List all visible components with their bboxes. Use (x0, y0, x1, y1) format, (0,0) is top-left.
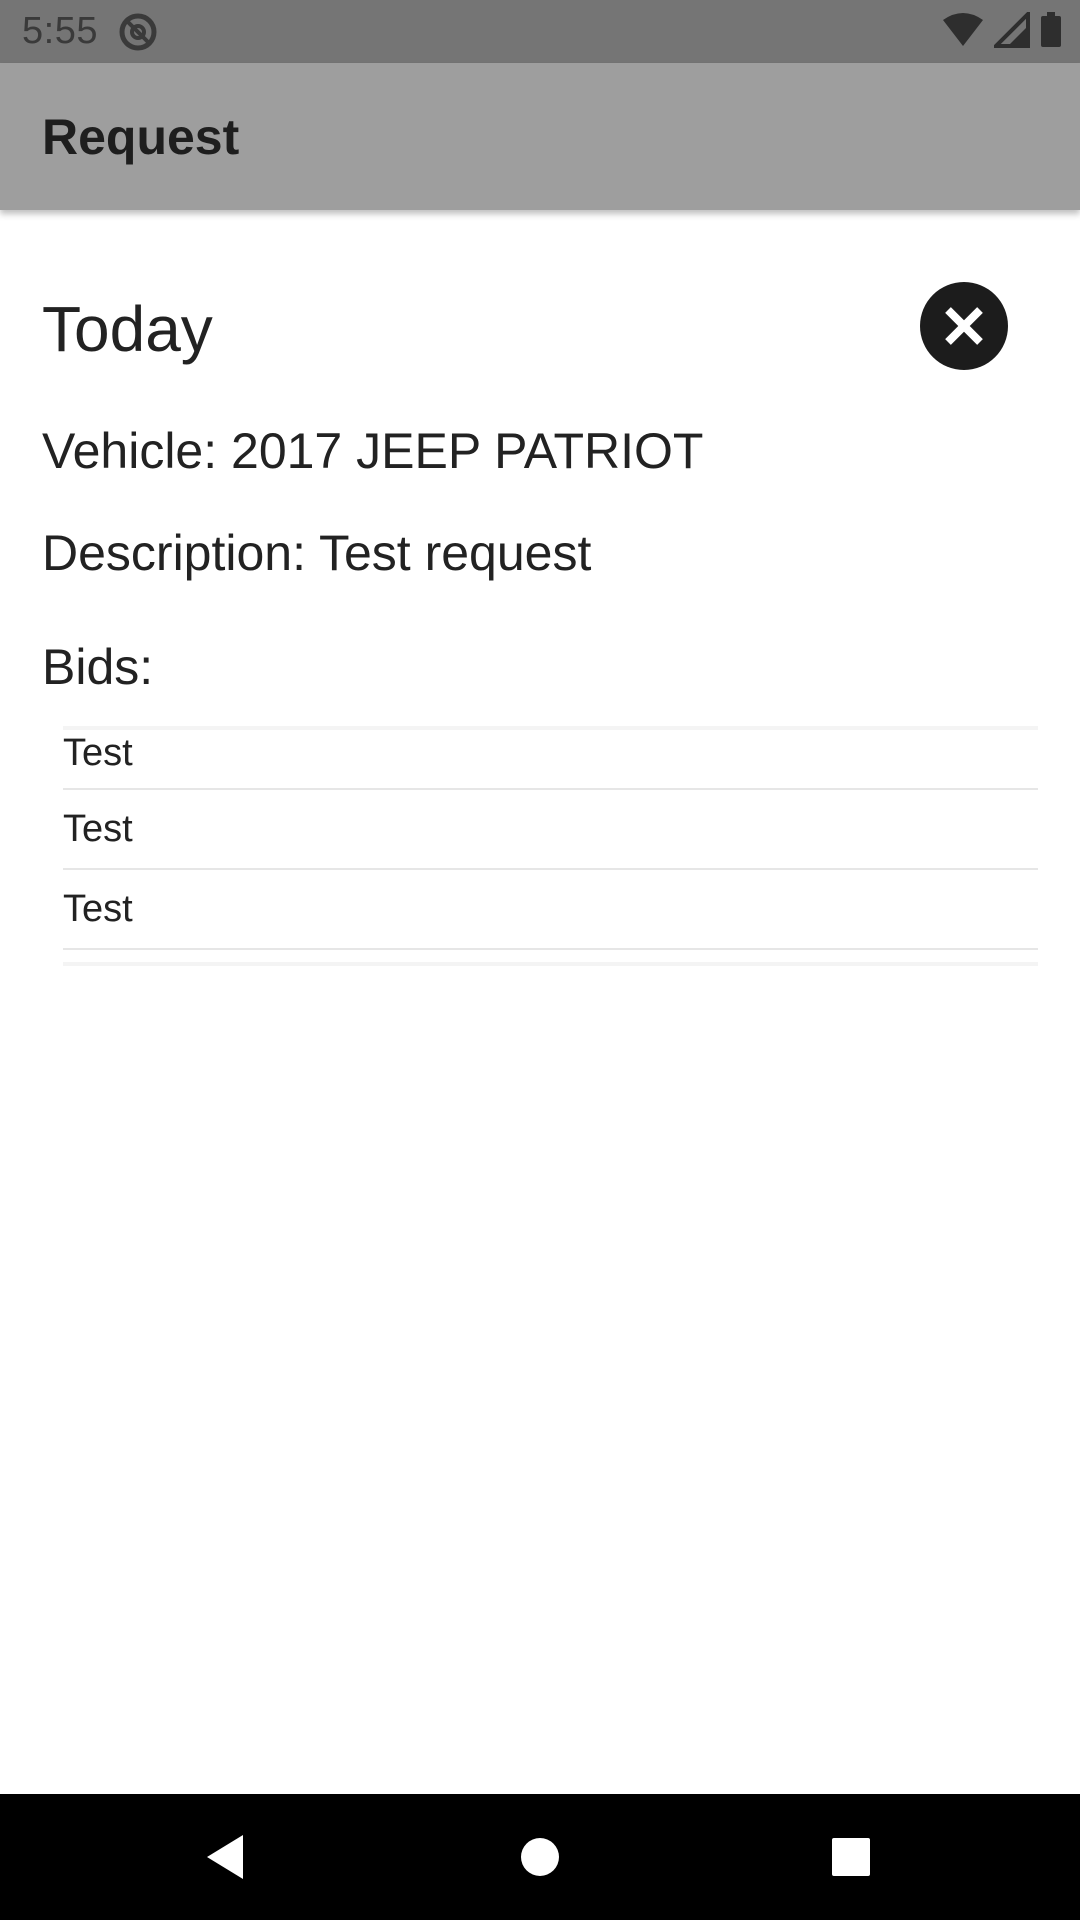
close-button[interactable] (920, 282, 1008, 370)
bid-label: Test (63, 808, 133, 850)
description-text: Description: Test request (42, 525, 592, 581)
wifi-icon (942, 12, 984, 53)
status-icons (942, 8, 1062, 53)
bid-label: Test (63, 732, 133, 774)
vehicle-text: Vehicle: 2017 JEEP PATRIOT (42, 423, 704, 479)
home-icon (519, 1836, 561, 1878)
date-title: Today (42, 293, 213, 365)
request-details: Today Vehicle: 2017 JEEP PATRIOT Descrip… (0, 210, 1080, 1794)
status-bar: 5:55 (0, 0, 1080, 63)
app-bar: Request (0, 63, 1080, 210)
recents-icon (831, 1837, 871, 1877)
battery-icon (1040, 11, 1062, 53)
list-item[interactable]: Test (63, 730, 1038, 790)
back-icon (203, 1833, 247, 1881)
screen: 5:55 Request Today Vehicle: 2017 JEEP PA… (0, 0, 1080, 1920)
navigation-bar (0, 1794, 1080, 1920)
list-item[interactable]: Test (63, 870, 1038, 950)
list-item[interactable]: Test (63, 790, 1038, 870)
bids-label: Bids: (42, 639, 154, 695)
back-button[interactable] (200, 1832, 250, 1882)
at-sign-icon (118, 12, 158, 52)
bid-label: Test (63, 888, 133, 930)
page-title: Request (42, 109, 240, 165)
home-button[interactable] (515, 1832, 565, 1882)
bids-list: Test Test Test (63, 726, 1038, 966)
close-icon (940, 302, 988, 350)
status-time: 5:55 (22, 10, 98, 52)
recents-button[interactable] (826, 1832, 876, 1882)
signal-icon (991, 8, 1030, 53)
